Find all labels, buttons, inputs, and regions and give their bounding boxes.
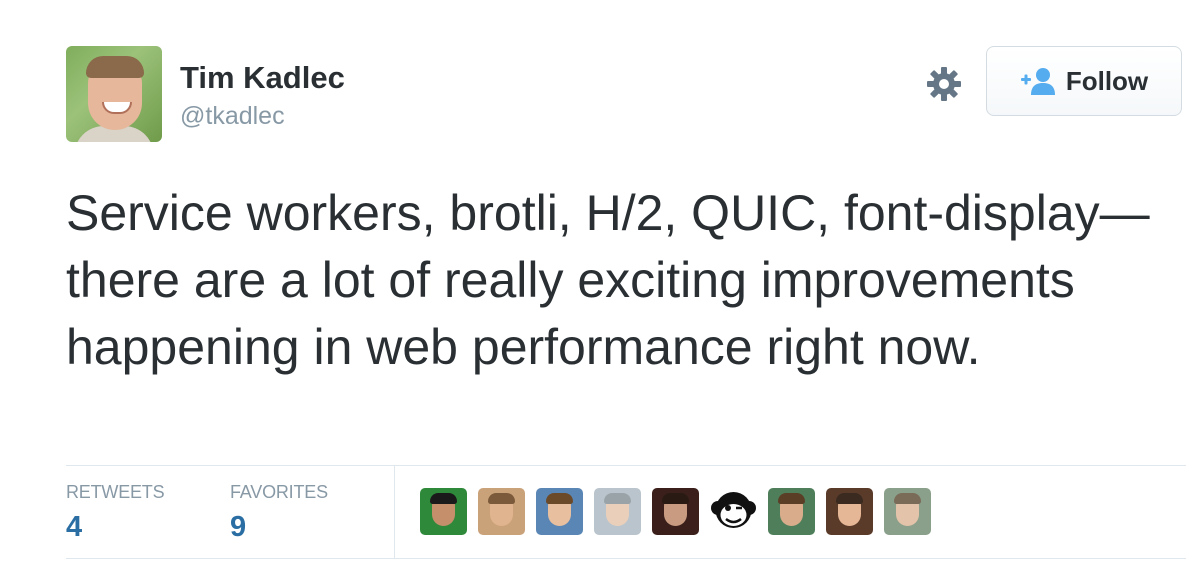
follow-button[interactable]: Follow bbox=[986, 46, 1182, 116]
favorites-count: 9 bbox=[230, 511, 247, 543]
stats-vertical-divider bbox=[394, 465, 395, 558]
stats-top-divider bbox=[66, 465, 1186, 466]
gear-icon[interactable] bbox=[924, 64, 964, 104]
favorites-stat[interactable]: FAVORITES 9 bbox=[230, 482, 328, 544]
author-handle[interactable]: @tkadlec bbox=[180, 102, 285, 131]
favoriter-avatar[interactable] bbox=[710, 488, 757, 535]
favoriter-avatar[interactable] bbox=[768, 488, 815, 535]
favoriter-avatar[interactable] bbox=[478, 488, 525, 535]
retweets-label: RETWEETS bbox=[66, 482, 165, 502]
follow-button-label: Follow bbox=[1065, 65, 1149, 96]
favoriter-avatar[interactable] bbox=[594, 488, 641, 535]
stats-bottom-divider bbox=[66, 558, 1186, 559]
favoriter-avatar[interactable] bbox=[884, 488, 931, 535]
favoriter-avatar[interactable] bbox=[420, 488, 467, 535]
follow-person-icon bbox=[1020, 68, 1055, 95]
tweet-text: Service workers, brotli, H/2, QUIC, font… bbox=[66, 185, 1150, 375]
favoriter-avatar[interactable] bbox=[652, 488, 699, 535]
favoriter-avatar[interactable] bbox=[826, 488, 873, 535]
avatar-hair bbox=[86, 56, 144, 78]
retweets-stat[interactable]: RETWEETS 4 bbox=[66, 482, 165, 544]
favoriter-avatar[interactable] bbox=[536, 488, 583, 535]
favorites-label: FAVORITES bbox=[230, 482, 328, 502]
retweets-count: 4 bbox=[66, 511, 83, 543]
author-avatar[interactable] bbox=[66, 46, 162, 142]
monkey-icon bbox=[711, 492, 756, 528]
author-name[interactable]: Tim Kadlec bbox=[180, 60, 345, 96]
